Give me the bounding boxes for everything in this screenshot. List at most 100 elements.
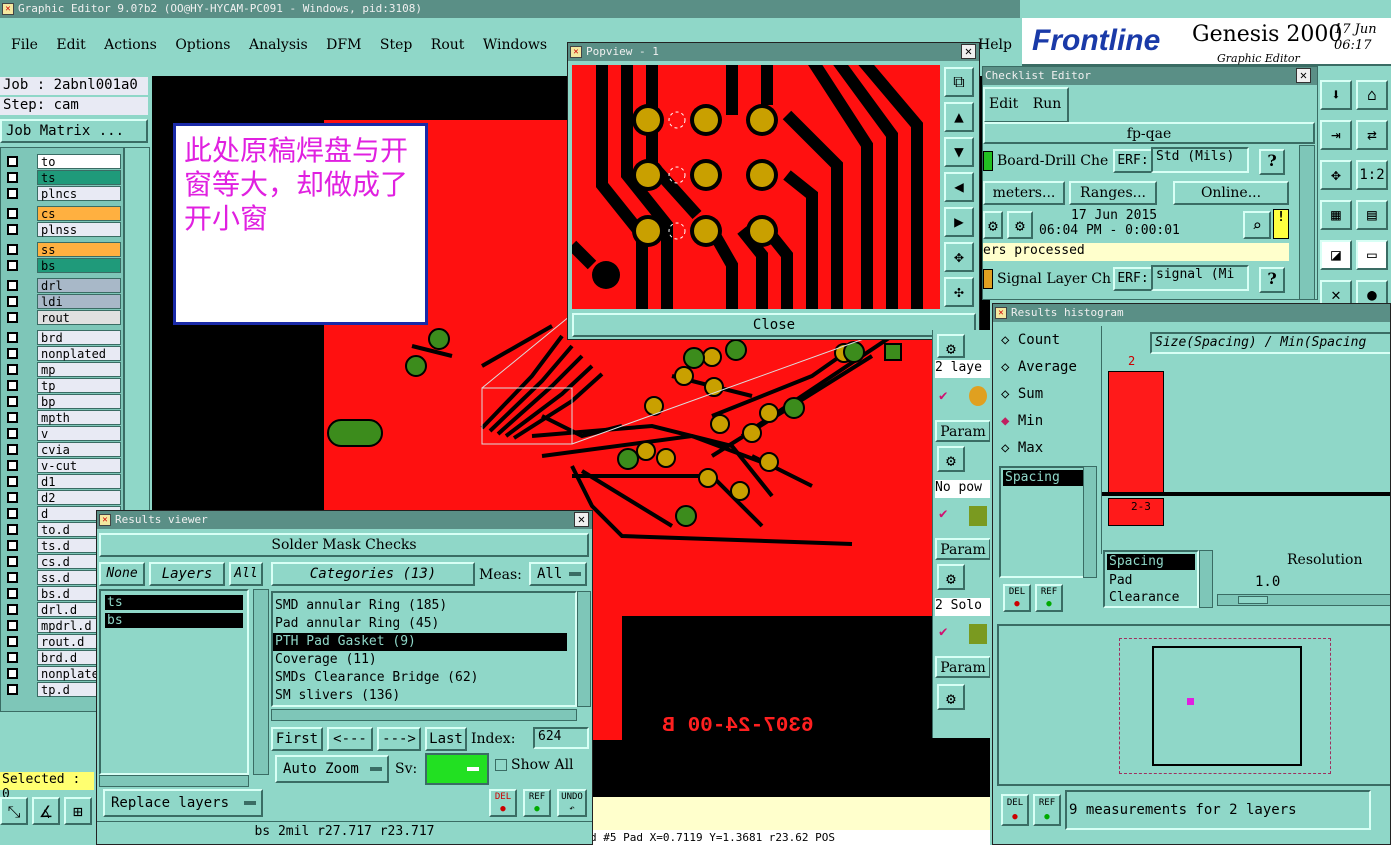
radio-sum[interactable]: ◇ Sum [1001,386,1043,402]
measure-list-item[interactable]: Spacing [1003,470,1085,486]
radio-count[interactable]: ◇ Count [1001,332,1060,348]
show-all-checkbox[interactable] [495,759,507,771]
checklist-menu-run[interactable]: Run [1033,96,1062,112]
save-icon[interactable]: ⬇ [1320,80,1352,110]
layer-row-ts[interactable]: ts [3,170,121,185]
side-check-2-icon[interactable]: ✔ [939,506,947,522]
popview-pan-down-icon[interactable]: ▼ [944,137,974,167]
layer-row-rout[interactable]: rout [3,310,121,325]
layer-checkbox[interactable] [7,396,18,407]
popview-move-icon[interactable]: ✣ [944,277,974,307]
layer-row-ss[interactable]: ss [3,242,121,257]
index-input[interactable]: 624 [533,727,589,749]
layers-all-button[interactable]: All [229,562,263,586]
popview-pan-left-icon[interactable]: ◀ [944,172,974,202]
side-check-1-icon[interactable]: ✔ [939,388,947,404]
layer-row-ldi[interactable]: ldi [3,294,121,309]
radio-min[interactable]: ◆ Min [1001,413,1043,429]
hist-ref-button[interactable]: REF ● [1033,794,1061,826]
popview-menu-icon[interactable]: ✕ [570,46,582,58]
layer-checkbox[interactable] [7,604,18,615]
radio-average[interactable]: ◇ Average [1001,359,1077,375]
layer-checkbox[interactable] [7,364,18,375]
layer-row-plncs[interactable]: plncs [3,186,121,201]
measure-type-scrollbar[interactable] [1199,550,1213,608]
layer-row-brd[interactable]: brd [3,330,121,345]
job-matrix-button[interactable]: Job Matrix ... [0,119,148,143]
layer-row-nonplated[interactable]: nonplated [3,346,121,361]
layer-row-mpth[interactable]: mpth [3,410,121,425]
layer-checkbox[interactable] [7,508,18,519]
hist-ref-button-top[interactable]: REF ● [1035,584,1063,612]
layer-row-bs[interactable]: bs [3,258,121,273]
checklist-menu-edit[interactable]: Edit [989,96,1018,112]
resolution-slider[interactable] [1217,594,1390,606]
side-tool-3-icon[interactable]: ⚙ [937,564,965,590]
layer-checkbox[interactable] [7,156,18,167]
measure-type-item[interactable]: Pad [1107,572,1195,589]
results-layer-scrollbar[interactable] [253,589,269,775]
layer-row-d2[interactable]: d2 [3,490,121,505]
checklist-close-icon[interactable]: ✕ [1296,68,1311,83]
layer-row-v-cut[interactable]: v-cut [3,458,121,473]
layer-row-tp[interactable]: tp [3,378,121,393]
layer-checkbox[interactable] [7,428,18,439]
menu-dfm[interactable]: DFM [326,37,361,53]
layer-checkbox[interactable] [7,540,18,551]
layer-checkbox[interactable] [7,652,18,663]
measure-icon[interactable]: ∡ [32,797,60,825]
menu-rout[interactable]: Rout [431,37,465,53]
layer-row-cvia[interactable]: cvia [3,442,121,457]
results-layer-item[interactable]: bs [105,613,243,628]
category-item[interactable]: Pad annular Ring (45) [273,615,575,633]
measure-type-item[interactable]: Clearance [1107,589,1195,606]
layer-row-cs[interactable]: cs [3,206,121,221]
popview-canvas[interactable] [572,65,940,309]
pan-icon[interactable]: ⇥ [1320,120,1352,150]
item1-online-button[interactable]: Online... [1173,181,1289,205]
item1-help-button[interactable]: ? [1259,149,1285,175]
item2-name[interactable]: Signal Layer Ch [997,271,1115,287]
layer-row-d1[interactable]: d1 [3,474,121,489]
last-button[interactable]: Last [425,727,467,751]
prev-button[interactable]: <--- [327,727,373,751]
layer-checkbox[interactable] [7,684,18,695]
item1-results-icon[interactable]: ⚙ [1007,211,1033,239]
home-icon[interactable]: ⌂ [1356,80,1388,110]
side-tool-4-icon[interactable]: ⚙ [937,684,965,710]
menu-analysis[interactable]: Analysis [249,37,308,53]
layer-checkbox[interactable] [7,556,18,567]
meas-select[interactable]: All [529,562,587,586]
category-item[interactable]: SMDs Clearance Bridge (62) [273,669,575,687]
radio-max[interactable]: ◇ Max [1001,440,1043,456]
layer-checkbox[interactable] [7,312,18,323]
replace-layers-select[interactable]: Replace layers [103,789,263,817]
results-viewer-menu-icon[interactable]: ✕ [99,514,111,526]
swap-icon[interactable]: ⇄ [1356,120,1388,150]
auto-zoom-select[interactable]: Auto Zoom [275,755,389,783]
menu-edit[interactable]: Edit [56,37,85,53]
sv-color-select[interactable] [425,753,489,785]
side-param-2[interactable]: Param [935,538,990,560]
side-tool-1-icon[interactable]: ⚙ [937,334,965,358]
layer-checkbox[interactable] [7,460,18,471]
menu-step[interactable]: Step [380,37,412,53]
draw-icon[interactable]: ◪ [1320,240,1352,270]
popview-pan-right-icon[interactable]: ▶ [944,207,974,237]
popview-close-icon[interactable]: ✕ [961,44,976,59]
next-button[interactable]: ---> [377,727,421,751]
menu-options[interactable]: Options [175,37,230,53]
first-button[interactable]: First [271,727,323,751]
layer-checkbox[interactable] [7,244,18,255]
category-item[interactable]: Coverage (11) [273,651,575,669]
side-check-3-icon[interactable]: ✔ [939,624,947,640]
popview-pan-up-icon[interactable]: ▲ [944,102,974,132]
del-button[interactable]: DEL ● [489,789,517,817]
layer-checkbox[interactable] [7,492,18,503]
histogram-bar-range[interactable]: 2-3 [1108,498,1164,526]
popview-fit-icon[interactable]: ✥ [944,242,974,272]
window-close-icon[interactable]: ✕ [2,3,14,15]
histogram-menu-icon[interactable]: ✕ [995,307,1007,319]
snap-icon[interactable]: ⤡ [0,797,28,825]
layer-checkbox[interactable] [7,620,18,631]
